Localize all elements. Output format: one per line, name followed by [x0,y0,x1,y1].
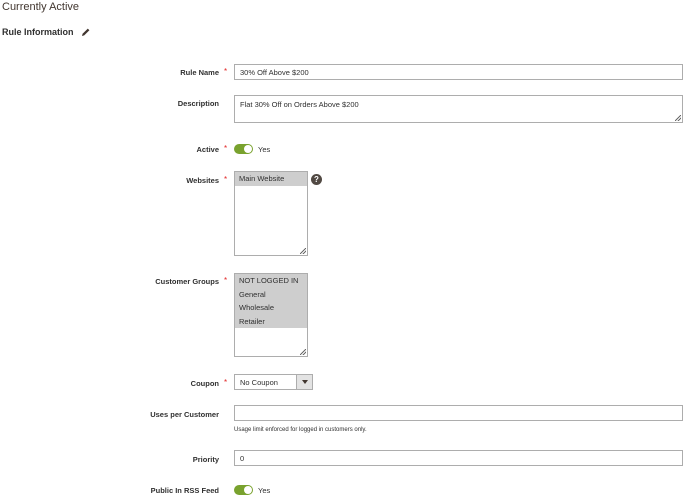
websites-multiselect[interactable]: Main Website [234,171,308,256]
customer-group-option[interactable]: Retailer [235,314,307,328]
resize-handle-icon[interactable] [300,349,306,355]
description-label: Description [177,99,219,108]
rule-name-label: Rule Name [180,68,219,77]
active-toggle[interactable] [234,144,253,154]
resize-handle-icon[interactable] [675,115,681,121]
coupon-label: Coupon [190,379,219,388]
toggle-knob [244,486,252,494]
customer-group-option[interactable]: Wholesale [235,301,307,315]
public-rss-toggle[interactable] [234,485,253,495]
websites-option[interactable]: Main Website [235,172,307,186]
active-label: Active [196,145,219,154]
uses-per-customer-label: Uses per Customer [150,410,219,419]
websites-label: Websites [186,176,219,185]
required-marker: * [224,276,228,285]
active-state: Yes [258,145,271,154]
rule-name-input[interactable]: 30% Off Above $200 [234,64,683,80]
coupon-value: No Coupon [240,378,278,387]
pencil-icon[interactable] [81,27,91,37]
chevron-down-icon[interactable] [296,375,312,389]
customer-group-option[interactable]: General [235,287,307,301]
required-marker: * [224,378,228,387]
cart-price-rule-form: Currently Active Rule Information Rule N… [0,0,700,498]
section-title: Currently Active [2,1,80,13]
description-value: Flat 30% Off on Orders Above $200 [240,100,359,109]
resize-handle-icon[interactable] [300,248,306,254]
rule-information-header[interactable]: Rule Information [2,27,91,37]
help-icon[interactable]: ? [311,174,322,185]
required-marker: * [224,67,228,76]
uses-per-customer-note: Usage limit enforced for logged in custo… [234,427,367,433]
required-marker: * [224,144,228,153]
rule-name-value: 30% Off Above $200 [240,68,309,77]
customer-group-option[interactable]: NOT LOGGED IN [235,274,307,288]
public-rss-label: Public In RSS Feed [150,486,219,495]
required-marker: * [224,175,228,184]
coupon-select[interactable]: No Coupon [234,374,313,390]
toggle-knob [244,145,252,153]
priority-input[interactable]: 0 [234,450,683,466]
description-textarea[interactable]: Flat 30% Off on Orders Above $200 [234,95,683,123]
priority-value: 0 [240,454,245,463]
rule-information-title: Rule Information [2,27,74,37]
uses-per-customer-input[interactable] [234,405,683,421]
priority-label: Priority [192,455,219,464]
customer-groups-label: Customer Groups [155,277,219,286]
customer-groups-multiselect[interactable]: NOT LOGGED IN General Wholesale Retailer [234,273,308,357]
public-rss-state: Yes [258,486,271,495]
